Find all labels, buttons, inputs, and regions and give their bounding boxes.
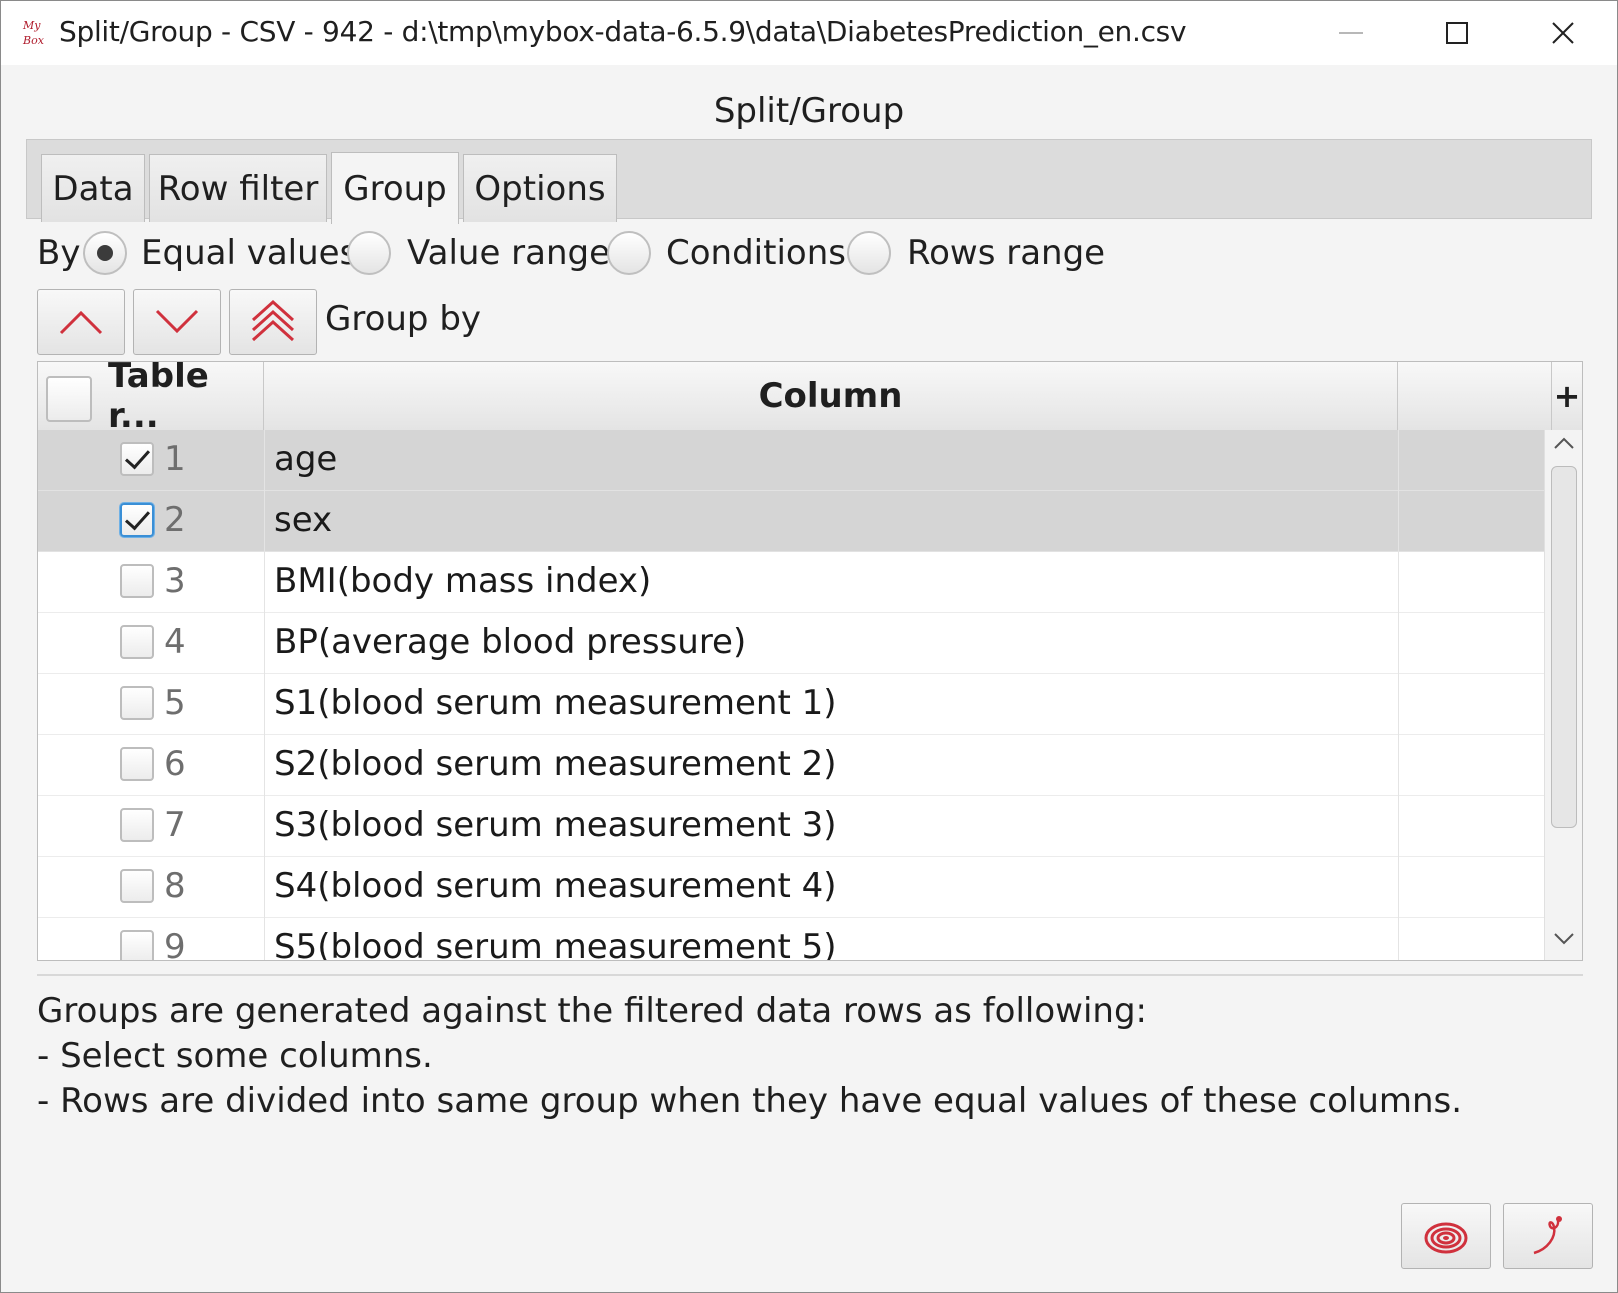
move-up-button[interactable]: [37, 289, 125, 355]
dialog-title: Split/Group: [713, 91, 905, 131]
radio-conditions-label[interactable]: Conditions: [666, 233, 846, 273]
move-up-icon: [59, 310, 103, 335]
header-column[interactable]: Column: [264, 362, 1398, 430]
row-number: 7: [164, 805, 186, 845]
by-label: By: [37, 233, 81, 273]
maximize-button[interactable]: [1407, 1, 1507, 65]
radio-conditions[interactable]: [607, 231, 651, 275]
close-icon: [1552, 22, 1574, 44]
group-info-text: Groups are generated against the filtere…: [37, 989, 1462, 1124]
row-number: 1: [164, 439, 186, 479]
row-checkbox[interactable]: [120, 869, 154, 903]
info-line: Groups are generated against the filtere…: [37, 991, 1148, 1031]
row-checkbox[interactable]: [120, 442, 154, 476]
split-group-window: My Box Split/Group - CSV - 942 - d:\tmp\…: [0, 0, 1618, 1293]
tab-data[interactable]: Data: [41, 154, 145, 222]
column-divider: [1398, 430, 1399, 960]
radio-value-range-label[interactable]: Value range: [407, 233, 610, 273]
chevron-down-icon: [1554, 933, 1574, 945]
table-header: Table r... Column +: [38, 362, 1582, 436]
move-down-button[interactable]: [133, 289, 221, 355]
window-title: Split/Group - CSV - 942 - d:\tmp\mybox-d…: [59, 15, 1187, 48]
column-name: BMI(body mass index): [274, 561, 652, 601]
maximize-icon: [1446, 22, 1468, 44]
scrollbar-thumb[interactable]: [1551, 466, 1577, 828]
column-name: S5(blood serum measurement 5): [274, 927, 837, 961]
group-by-label: Group by: [325, 299, 482, 339]
row-checkbox[interactable]: [120, 686, 154, 720]
column-name: age: [274, 439, 338, 479]
row-checkbox[interactable]: [120, 564, 154, 598]
column-name: BP(average blood pressure): [274, 622, 747, 662]
table-scrollbar[interactable]: [1544, 430, 1582, 960]
row-number: 9: [164, 927, 186, 961]
radio-rows-range-label[interactable]: Rows range: [907, 233, 1105, 273]
columns-table: Table r... Column + 1 age 2 sex 3 BMI(bo…: [37, 361, 1583, 961]
minimize-icon: [1339, 32, 1363, 34]
close-button[interactable]: [1513, 1, 1613, 65]
tab-row-filter[interactable]: Row filter: [149, 154, 327, 222]
scroll-down-button[interactable]: [1545, 932, 1582, 956]
spiral-icon: [1424, 1222, 1468, 1254]
scroll-up-button[interactable]: [1545, 436, 1582, 460]
row-number: 4: [164, 622, 186, 662]
svg-text:My: My: [22, 19, 41, 32]
radio-rows-range[interactable]: [847, 231, 891, 275]
row-number: 5: [164, 683, 186, 723]
select-all-checkbox[interactable]: [46, 376, 92, 422]
header-extra[interactable]: [1398, 362, 1552, 430]
row-number: 2: [164, 500, 186, 540]
header-row-label: Table r...: [108, 361, 209, 436]
column-name: S2(blood serum measurement 2): [274, 744, 837, 784]
add-column-icon[interactable]: +: [1552, 362, 1582, 430]
column-name: S4(blood serum measurement 4): [274, 866, 837, 906]
info-line: - Rows are divided into same group when …: [37, 1081, 1463, 1121]
row-checkbox[interactable]: [120, 625, 154, 659]
row-number: 6: [164, 744, 186, 784]
row-number: 3: [164, 561, 186, 601]
row-number: 8: [164, 866, 186, 906]
clear-button[interactable]: [1503, 1203, 1593, 1269]
move-top-button[interactable]: [229, 289, 317, 355]
tab-options[interactable]: Options: [463, 154, 617, 222]
header-row-number[interactable]: Table r...: [38, 362, 264, 436]
column-divider: [264, 430, 265, 960]
column-name: sex: [274, 500, 333, 540]
move-top-icon: [251, 299, 295, 342]
separator: [37, 974, 1583, 976]
mybox-app-icon: My Box: [22, 19, 45, 47]
chevron-up-icon: [1554, 437, 1574, 449]
svg-text:Box: Box: [22, 34, 45, 47]
info-line: - Select some columns.: [37, 1036, 433, 1076]
move-down-icon: [155, 309, 199, 334]
minimize-button[interactable]: [1301, 1, 1401, 65]
row-checkbox[interactable]: [120, 747, 154, 781]
column-name: S3(blood serum measurement 3): [274, 805, 837, 845]
radio-value-range[interactable]: [347, 231, 391, 275]
tab-bar: Data Row filter Group Options: [26, 139, 1592, 224]
spiral-button[interactable]: [1401, 1203, 1491, 1269]
radio-equal-values[interactable]: [83, 231, 127, 275]
row-checkbox[interactable]: [120, 808, 154, 842]
radio-equal-values-label[interactable]: Equal values: [141, 233, 357, 273]
clear-icon: [1533, 1216, 1562, 1255]
row-checkbox[interactable]: [120, 503, 154, 537]
tab-group[interactable]: Group: [331, 152, 459, 224]
title-bar: My Box Split/Group - CSV - 942 - d:\tmp\…: [1, 1, 1617, 65]
row-checkbox[interactable]: [120, 930, 154, 960]
column-name: S1(blood serum measurement 1): [274, 683, 837, 723]
